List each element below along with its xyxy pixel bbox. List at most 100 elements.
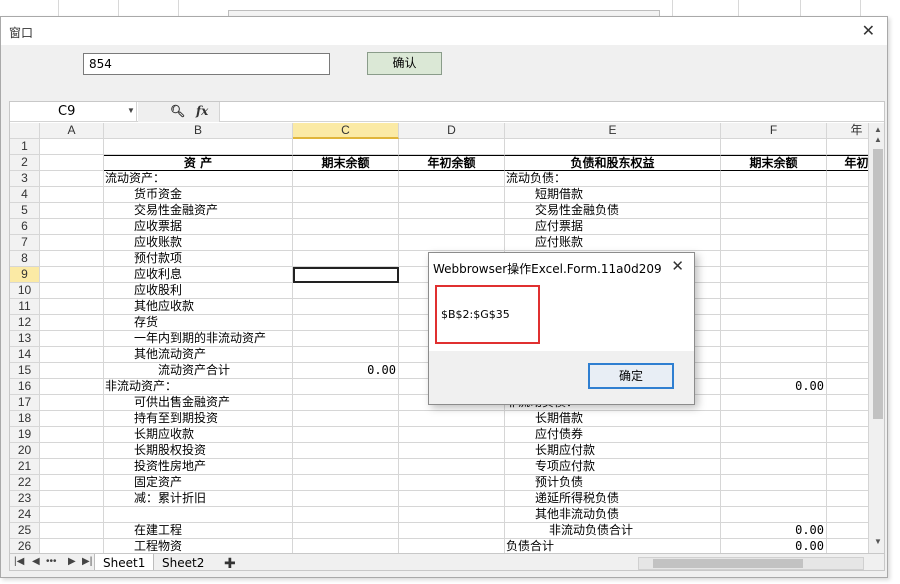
table-cell[interactable]	[40, 507, 104, 523]
table-cell[interactable]	[721, 171, 827, 187]
row-header[interactable]: 5	[10, 203, 40, 219]
table-cell[interactable]	[721, 315, 827, 331]
table-cell[interactable]	[40, 523, 104, 539]
table-cell[interactable]: 预计负债	[505, 475, 721, 491]
column-header[interactable]: A	[40, 123, 104, 139]
table-cell[interactable]	[40, 203, 104, 219]
row-header[interactable]: 25	[10, 523, 40, 539]
table-cell[interactable]	[399, 187, 505, 203]
row-header[interactable]: 13	[10, 331, 40, 347]
table-cell[interactable]	[40, 171, 104, 187]
table-cell[interactable]	[399, 219, 505, 235]
table-cell[interactable]	[399, 411, 505, 427]
table-cell[interactable]	[40, 347, 104, 363]
column-header[interactable]: E	[505, 123, 721, 139]
table-cell[interactable]	[293, 187, 399, 203]
table-cell[interactable]: 应付账款	[505, 235, 721, 251]
row-header[interactable]: 12	[10, 315, 40, 331]
table-cell[interactable]: 预付款项	[104, 251, 293, 267]
table-cell[interactable]	[293, 523, 399, 539]
horizontal-scrollbar[interactable]	[638, 557, 864, 570]
row-header[interactable]: 7	[10, 235, 40, 251]
column-header[interactable]: F	[721, 123, 827, 139]
table-cell[interactable]	[399, 507, 505, 523]
table-cell[interactable]: 交易性金融资产	[104, 203, 293, 219]
table-cell[interactable]	[104, 507, 293, 523]
row-header[interactable]: 15	[10, 363, 40, 379]
table-cell[interactable]: 长期股权投资	[104, 443, 293, 459]
table-cell[interactable]: 固定资产	[104, 475, 293, 491]
table-cell[interactable]: 年初余额	[399, 155, 505, 171]
table-cell[interactable]: 在建工程	[104, 523, 293, 539]
table-cell[interactable]: 其他非流动负债	[505, 507, 721, 523]
more-sheets-icon[interactable]: •••	[46, 556, 57, 567]
table-cell[interactable]: 递延所得税负债	[505, 491, 721, 507]
table-cell[interactable]: 短期借款	[505, 187, 721, 203]
table-cell[interactable]	[293, 459, 399, 475]
table-cell[interactable]: 减：累计折旧	[104, 491, 293, 507]
table-cell[interactable]	[40, 187, 104, 203]
next-sheet-icon[interactable]: ▶	[68, 556, 76, 567]
table-cell[interactable]	[721, 395, 827, 411]
table-cell[interactable]	[40, 139, 104, 155]
table-cell[interactable]	[40, 219, 104, 235]
row-header[interactable]: 17	[10, 395, 40, 411]
table-cell[interactable]	[721, 363, 827, 379]
table-cell[interactable]	[505, 139, 721, 155]
table-cell[interactable]	[293, 443, 399, 459]
fx-icon[interactable]: fx	[196, 104, 208, 118]
table-cell[interactable]	[40, 411, 104, 427]
table-cell[interactable]	[399, 171, 505, 187]
table-cell[interactable]: 应收利息	[104, 267, 293, 283]
row-header[interactable]: 23	[10, 491, 40, 507]
column-header[interactable]: B	[104, 123, 293, 139]
table-cell[interactable]: 流动负债：	[505, 171, 721, 187]
table-cell[interactable]	[40, 283, 104, 299]
table-cell[interactable]: 存货	[104, 315, 293, 331]
table-cell[interactable]	[40, 427, 104, 443]
table-cell[interactable]	[40, 443, 104, 459]
table-cell[interactable]	[721, 443, 827, 459]
table-cell[interactable]	[40, 267, 104, 283]
table-cell[interactable]	[293, 491, 399, 507]
table-cell[interactable]	[293, 267, 399, 283]
table-cell[interactable]: 资 产	[104, 155, 293, 171]
table-cell[interactable]: 货币资金	[104, 187, 293, 203]
table-cell[interactable]	[40, 299, 104, 315]
table-cell[interactable]	[721, 283, 827, 299]
table-cell[interactable]	[293, 251, 399, 267]
table-cell[interactable]	[293, 315, 399, 331]
magnifier-icon[interactable]: 🔍︎	[170, 104, 185, 118]
table-cell[interactable]: 非流动资产：	[104, 379, 293, 395]
table-cell[interactable]: 持有至到期投资	[104, 411, 293, 427]
table-cell[interactable]	[293, 427, 399, 443]
table-cell[interactable]	[721, 459, 827, 475]
table-cell[interactable]: 长期应付款	[505, 443, 721, 459]
table-cell[interactable]	[40, 491, 104, 507]
table-cell[interactable]	[40, 395, 104, 411]
table-cell[interactable]	[721, 331, 827, 347]
table-cell[interactable]: 应付债券	[505, 427, 721, 443]
name-box[interactable]: C9	[10, 102, 137, 122]
column-header[interactable]: D	[399, 123, 505, 139]
row-header[interactable]: 9	[10, 267, 40, 283]
chevron-down-icon[interactable]: ▼	[127, 106, 135, 115]
tab-sheet1[interactable]: Sheet1	[94, 554, 155, 570]
table-cell[interactable]	[293, 379, 399, 395]
table-cell[interactable]: 长期借款	[505, 411, 721, 427]
row-header[interactable]: 6	[10, 219, 40, 235]
table-cell[interactable]	[721, 411, 827, 427]
table-cell[interactable]	[399, 459, 505, 475]
table-cell[interactable]	[399, 203, 505, 219]
table-cell[interactable]	[293, 299, 399, 315]
table-cell[interactable]: 长期应收款	[104, 427, 293, 443]
add-sheet-icon[interactable]: ✚	[224, 555, 236, 570]
row-header[interactable]: 11	[10, 299, 40, 315]
table-cell[interactable]: 期末余额	[293, 155, 399, 171]
table-cell[interactable]	[293, 475, 399, 491]
scroll-thumb[interactable]	[873, 149, 883, 419]
table-cell[interactable]: 交易性金融负债	[505, 203, 721, 219]
scroll-up-icon[interactable]: ▲	[874, 125, 882, 134]
table-cell[interactable]	[40, 459, 104, 475]
table-cell[interactable]	[293, 507, 399, 523]
